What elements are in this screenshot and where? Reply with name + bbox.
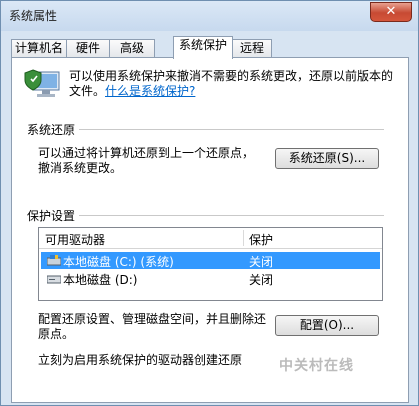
tab-system-protection[interactable]: 系统保护 — [173, 36, 233, 59]
window-title: 系统属性 — [9, 9, 58, 23]
close-button[interactable]: ✕ — [370, 2, 412, 22]
restore-group-divider — [79, 129, 384, 130]
drive-row[interactable]: 本地磁盘 (D:) 关闭 — [41, 270, 380, 287]
protection-group-title: 保护设置 — [27, 209, 76, 223]
drive-row[interactable]: 本地磁盘 (C:) (系统) 关闭 — [41, 252, 380, 269]
tab-advanced[interactable]: 高级 — [109, 39, 155, 58]
protection-group-divider — [79, 215, 384, 216]
system-properties-window: 系统属性 ✕ 计算机名 硬件 高级 系统保护 远程 可以使用系统保护来撤消不需要… — [0, 0, 419, 406]
column-separator — [243, 230, 244, 246]
drive-protection-status: 关闭 — [249, 273, 274, 287]
what-is-system-protection-link[interactable]: 什么是系统保护? — [105, 84, 195, 98]
restore-group-title: 系统还原 — [27, 123, 76, 137]
drive-name: 本地磁盘 (C:) (系统) — [63, 255, 174, 269]
tab-computer-name[interactable]: 计算机名 — [11, 39, 67, 58]
tab-remote[interactable]: 远程 — [232, 39, 272, 58]
computer-shield-icon — [24, 69, 60, 97]
system-restore-button[interactable]: 系统还原(S)... — [275, 148, 379, 169]
column-protection[interactable]: 保护 — [249, 231, 273, 248]
create-restore-point-description: 立刻为启用系统保护的驱动器创建还原 — [38, 353, 243, 367]
drive-icon — [47, 275, 61, 284]
configure-button[interactable]: 配置(O)... — [275, 315, 379, 336]
drive-list[interactable]: 可用驱动器 保护 本地磁盘 (C:) (系统) 关闭 本地磁盘 (D:) 关闭 — [38, 227, 383, 301]
column-available-drives[interactable]: 可用驱动器 — [45, 231, 105, 248]
intro-text: 可以使用系统保护来撤消不需要的系统更改，还原以前版本的文件。什么是系统保护? — [69, 69, 399, 99]
tab-strip: 计算机名 硬件 高级 系统保护 远程 — [11, 36, 411, 59]
drive-name: 本地磁盘 (D:) — [63, 273, 138, 287]
restore-description: 可以通过将计算机还原到上一个还原点，撤消系统更改。 — [38, 146, 255, 175]
tab-hardware[interactable]: 硬件 — [66, 39, 110, 58]
drive-protection-status: 关闭 — [249, 255, 274, 269]
drive-list-header: 可用驱动器 保护 — [39, 228, 382, 249]
watermark: 中关村在线 — [279, 358, 354, 374]
system-drive-icon — [47, 255, 61, 266]
title-bar: 系统属性 ✕ — [1, 1, 418, 31]
configure-description: 配置还原设置、管理磁盘空间，并且删除还原点。 — [38, 312, 267, 341]
